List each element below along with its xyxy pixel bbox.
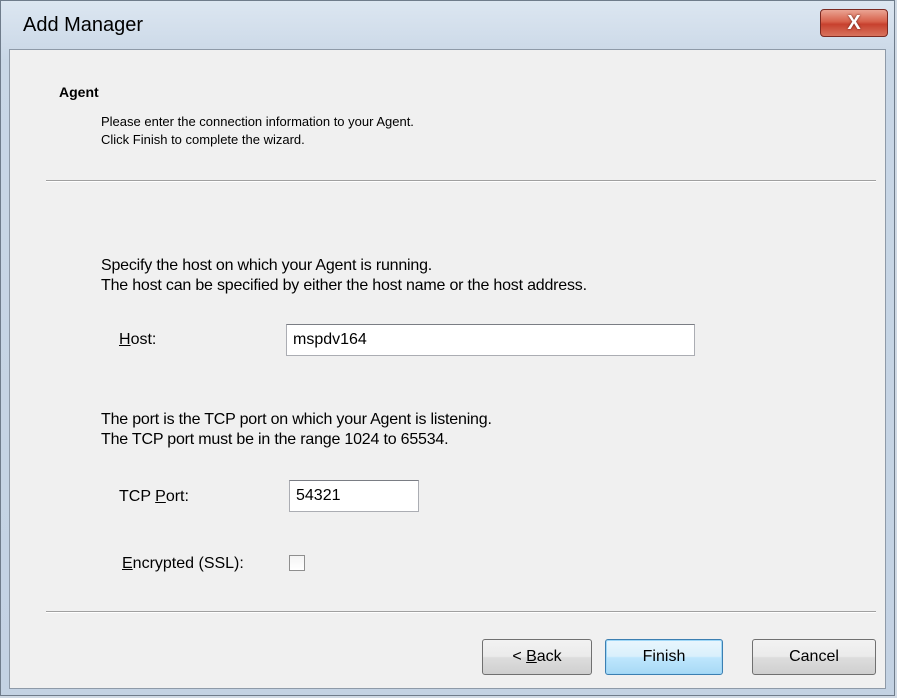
footer-separator xyxy=(46,611,876,613)
back-button[interactable]: < Back xyxy=(482,639,592,675)
tcp-port-input[interactable]: 54321 xyxy=(289,480,419,512)
port-instruction-line-2: The TCP port must be in the range 1024 t… xyxy=(101,431,449,448)
encrypted-ssl-label: Encrypted (SSL): xyxy=(122,555,244,572)
wizard-page-title: Agent xyxy=(59,84,99,100)
cancel-button[interactable]: Cancel xyxy=(752,639,876,675)
wizard-description-line-1: Please enter the connection information … xyxy=(101,114,414,129)
finish-button[interactable]: Finish xyxy=(605,639,723,675)
host-input[interactable]: mspdv164 xyxy=(286,324,695,356)
close-icon: X xyxy=(847,12,861,34)
encrypted-ssl-checkbox[interactable] xyxy=(289,555,305,571)
port-instruction-line-1: The port is the TCP port on which your A… xyxy=(101,411,492,428)
title-bar[interactable]: Add Manager X xyxy=(1,1,894,49)
host-instruction-line-1: Specify the host on which your Agent is … xyxy=(101,257,433,274)
wizard-description-line-2: Click Finish to complete the wizard. xyxy=(101,132,305,147)
dialog-title: Add Manager xyxy=(23,14,144,36)
header-separator xyxy=(46,180,876,182)
close-button[interactable]: X xyxy=(820,9,888,37)
host-label: Host: xyxy=(119,331,157,348)
host-instruction-line-2: The host can be specified by either the … xyxy=(101,277,587,294)
tcp-port-label: TCP Port: xyxy=(119,488,189,505)
